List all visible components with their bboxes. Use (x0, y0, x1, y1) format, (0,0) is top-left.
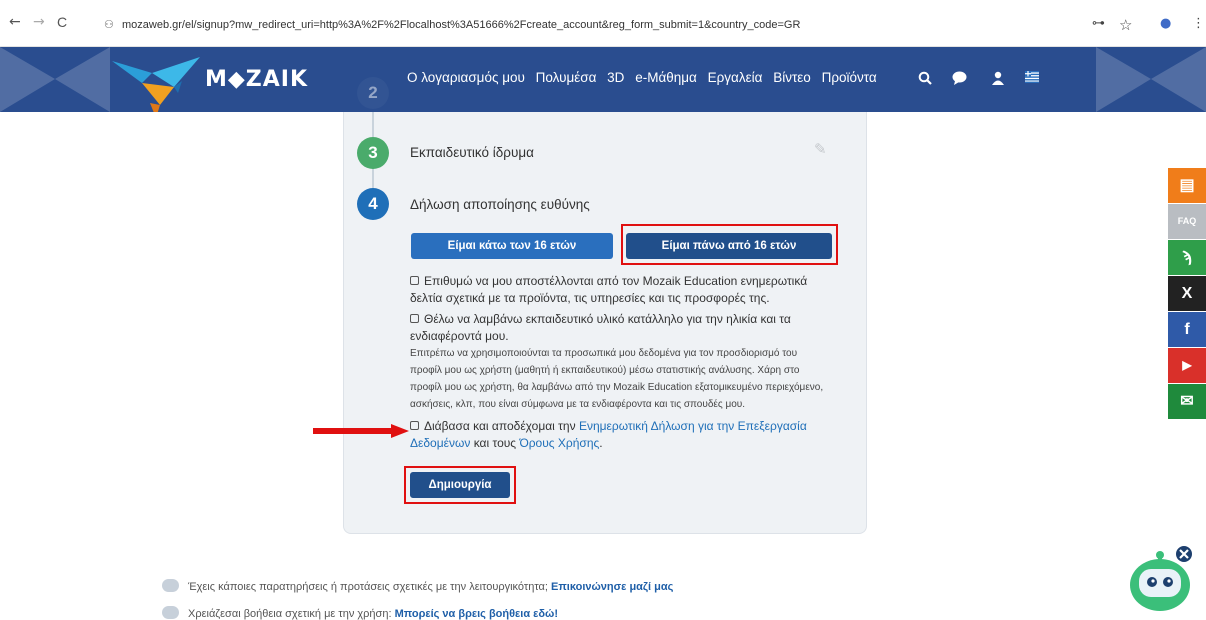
url-text: mozaweb.gr/el/signup?mw_redirect_uri=htt… (122, 19, 801, 31)
terms-suffix: . (599, 436, 603, 450)
step-3-badge: 3 (357, 137, 389, 169)
more-menu-icon[interactable]: ⋮ (1192, 16, 1205, 31)
newsletter-checkbox[interactable] (410, 276, 419, 285)
social-sidebar: ▤ FAQ ϡ X f ▶ ✉ (1168, 168, 1206, 420)
forward-icon[interactable]: → (33, 14, 45, 30)
terms-prefix: Διάβασα και αποδέχομαι την (424, 419, 576, 433)
user-icon[interactable] (992, 71, 1004, 89)
menu-item-my-account[interactable]: Ο λογαριασμός μου (407, 70, 525, 85)
menu-item-video[interactable]: Βίντεο (773, 70, 811, 85)
header-pattern (0, 47, 110, 112)
step-2-badge-underlay: 2 (357, 77, 389, 109)
menu-item-3d[interactable]: 3D (607, 70, 624, 85)
feedback-line: Έχεις κάποιες παρατηρήσεις ή προτάσεις σ… (162, 579, 673, 593)
faq-icon[interactable]: FAQ (1168, 204, 1206, 239)
material-label: Θέλω να λαμβάνω εκπαιδευτικό υλικό κατάλ… (424, 312, 791, 326)
step-4-badge: 4 (357, 188, 389, 220)
profiling-explanation: Επιτρέπω να χρησιμοποιούνται τα προσωπικ… (410, 348, 824, 410)
red-arrow-annotation (313, 424, 409, 438)
material-label-cont: ενδιαφέροντά μου. (410, 329, 509, 343)
material-consent[interactable]: Θέλω να λαμβάνω εκπαιδευτικό υλικό κατάλ… (410, 311, 840, 328)
help-line: Χρειάζεσαι βοήθεια σχετική με την χρήση:… (162, 606, 558, 620)
menu-item-tools[interactable]: Εργαλεία (708, 70, 763, 85)
header-pattern (1096, 47, 1206, 112)
chat-icon[interactable] (952, 71, 967, 89)
chatbot-robot-icon[interactable] (1125, 545, 1195, 615)
step-3-title: Εκπαιδευτικό ίδρυμα (410, 145, 534, 160)
terms-middle: και τους (473, 436, 517, 450)
edit-pencil-icon[interactable]: ✎ (814, 140, 827, 158)
contact-us-link[interactable]: Επικοινώνησε μαζί μας (551, 581, 673, 593)
help-link[interactable]: Μπορείς να βρεις βοήθεια εδώ! (395, 608, 558, 620)
under-16-button[interactable]: Είμαι κάτω των 16 ετών (411, 233, 613, 259)
newsletter-consent[interactable]: Επιθυμώ να μου αποστέλλονται από τον Moz… (410, 273, 840, 307)
search-icon[interactable] (918, 71, 932, 89)
feedback-bubble-icon (162, 579, 179, 592)
x-twitter-icon[interactable]: X (1168, 276, 1206, 311)
comment-icon[interactable]: ▤ (1168, 168, 1206, 203)
menu-item-e-lesson[interactable]: e-Μάθημα (635, 70, 697, 85)
browser-toolbar: ← → C ⚇ mozaweb.gr/el/signup?mw_redirect_… (0, 0, 1206, 47)
site-settings-icon[interactable]: ⚇ (104, 14, 122, 36)
over-16-button[interactable]: Είμαι πάνω από 16 ετών (626, 233, 832, 259)
address-bar[interactable]: ⚇ mozaweb.gr/el/signup?mw_redirect_uri=ht… (104, 14, 1104, 36)
menu-item-products[interactable]: Προϊόντα (822, 70, 877, 85)
feedback-text: Έχεις κάποιες παρατηρήσεις ή προτάσεις σ… (188, 581, 548, 593)
kingfisher-logo-icon[interactable] (112, 53, 202, 112)
back-icon[interactable]: ← (9, 14, 21, 30)
newsletter-label: Επιθυμώ να μου αποστέλλονται από τον Moz… (410, 274, 808, 305)
reload-icon[interactable]: C (57, 14, 67, 30)
help-text: Χρειάζεσαι βοήθεια σχετική με την χρήση: (188, 608, 392, 620)
greek-flag-icon[interactable] (1025, 71, 1039, 87)
help-bubble-icon (162, 606, 179, 619)
rss-icon[interactable]: ϡ (1168, 240, 1206, 275)
site-header: M◆ZAIK Ο λογαριασμός μου Πολυμέσα 3D e-Μ… (0, 47, 1206, 112)
menu-item-media[interactable]: Πολυμέσα (536, 70, 597, 85)
create-account-button[interactable]: Δημιουργία (410, 472, 510, 498)
youtube-icon[interactable]: ▶ (1168, 348, 1206, 383)
material-checkbox[interactable] (410, 314, 419, 323)
terms-consent[interactable]: Διάβασα και αποδέχομαι την Ενημερωτική Δ… (410, 418, 840, 452)
profile-avatar-icon[interactable]: ● (1160, 16, 1171, 31)
step-connector (372, 112, 374, 137)
bookmark-star-icon[interactable]: ☆ (1119, 16, 1132, 34)
email-icon[interactable]: ✉ (1168, 384, 1206, 419)
terms-checkbox[interactable] (410, 421, 419, 430)
step-4-title: Δήλωση αποποίησης ευθύνης (410, 197, 590, 212)
step-connector (372, 168, 374, 188)
password-key-icon[interactable]: ⊶ (1092, 16, 1105, 31)
facebook-icon[interactable]: f (1168, 312, 1206, 347)
main-menu: Ο λογαριασμός μου Πολυμέσα 3D e-Μάθημα Ε… (407, 70, 884, 85)
terms-of-use-link[interactable]: Όρους Χρήσης (519, 436, 599, 450)
mozaik-logo-text[interactable]: M◆ZAIK (205, 67, 308, 92)
